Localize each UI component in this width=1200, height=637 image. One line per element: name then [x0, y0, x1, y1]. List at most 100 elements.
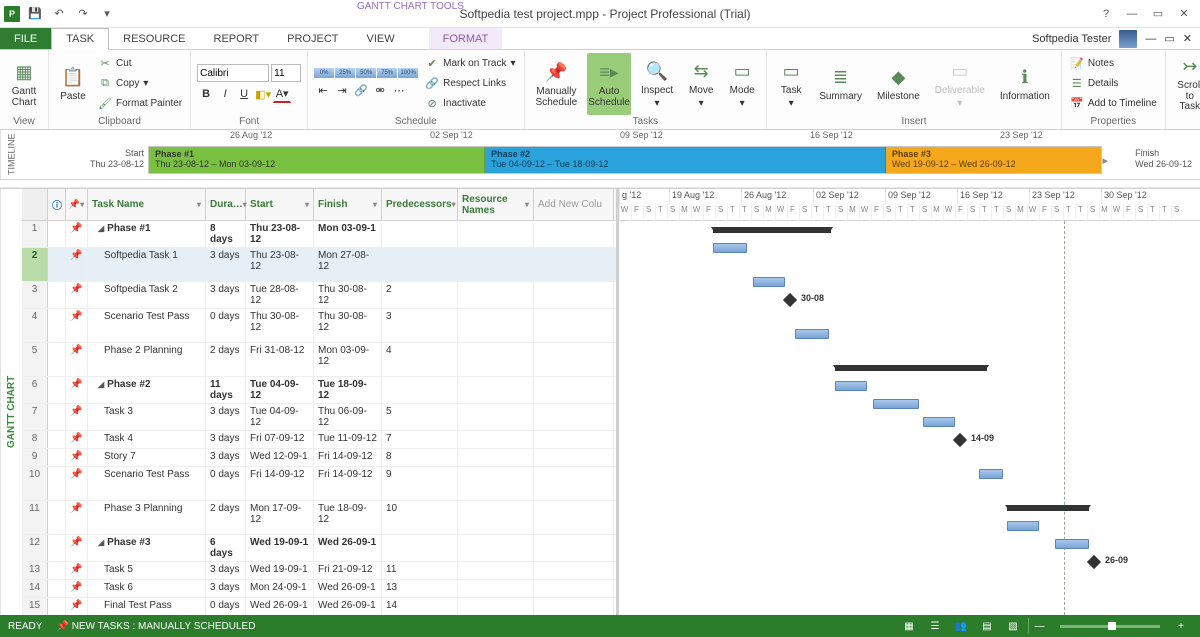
- table-row[interactable]: 2Softpedia Task 13 daysThu 23-08-12Mon 2…: [22, 248, 616, 282]
- gantt-milestone[interactable]: [953, 433, 967, 447]
- view-task-icon[interactable]: ☰: [924, 618, 946, 634]
- gantt-task-bar[interactable]: [835, 381, 867, 391]
- bold-button[interactable]: B: [197, 85, 215, 103]
- respect-links-button[interactable]: 🔗Respect Links: [423, 74, 517, 94]
- gantt-task-bar[interactable]: [923, 417, 955, 427]
- italic-button[interactable]: I: [216, 85, 234, 103]
- doc-close-icon[interactable]: ✕: [1183, 32, 1192, 45]
- maximize-icon[interactable]: ▭: [1146, 4, 1170, 24]
- outdent-button[interactable]: ⇤: [314, 81, 332, 99]
- col-addnew[interactable]: Add New Colu: [534, 189, 614, 220]
- tab-resource[interactable]: RESOURCE: [109, 28, 199, 49]
- table-row[interactable]: 8Task 43 daysFri 07-09-12Tue 11-09-127: [22, 431, 616, 449]
- view-team-icon[interactable]: 👥: [950, 618, 972, 634]
- milestone-button[interactable]: ◆Milestone: [872, 53, 925, 115]
- gantt-summary-bar[interactable]: [713, 227, 831, 233]
- gantt-task-bar[interactable]: [713, 243, 747, 253]
- col-duration[interactable]: Dura…▾: [206, 189, 246, 220]
- table-row[interactable]: 14Task 63 daysMon 24-09-1Wed 26-09-113: [22, 580, 616, 598]
- gantt-summary-bar[interactable]: [1007, 505, 1089, 511]
- task-button[interactable]: ▭Task▾: [773, 53, 809, 115]
- gantt-milestone[interactable]: [783, 293, 797, 307]
- qat-undo-icon[interactable]: ↶: [50, 5, 68, 23]
- information-button[interactable]: ℹInformation: [995, 53, 1055, 115]
- table-row[interactable]: 7Task 33 daysTue 04-09-12Thu 06-09-125: [22, 404, 616, 431]
- timeline-bars[interactable]: Phase #1Thu 23-08-12 – Mon 03-09-12 Phas…: [148, 146, 1102, 174]
- table-row[interactable]: 9Story 73 daysWed 12-09-1Fri 14-09-128: [22, 449, 616, 467]
- gantt-task-bar[interactable]: [1055, 539, 1089, 549]
- unlink-button[interactable]: ⚮: [371, 81, 389, 99]
- percent-complete-grid[interactable]: 0% 25% 50% 75% 100%: [314, 68, 418, 78]
- inspect-button[interactable]: 🔍Inspect▾: [636, 53, 678, 115]
- tab-view[interactable]: VIEW: [352, 28, 408, 49]
- link-button[interactable]: 🔗: [352, 81, 370, 99]
- gantt-body[interactable]: 30-0814-0926-09: [619, 221, 1200, 625]
- gantt-task-bar[interactable]: [1007, 521, 1039, 531]
- col-start[interactable]: Start▾: [246, 189, 314, 220]
- tab-file[interactable]: FILE: [0, 28, 51, 49]
- help-icon[interactable]: ?: [1094, 4, 1118, 24]
- fill-color-button[interactable]: ◧▾: [254, 85, 272, 103]
- table-row[interactable]: 1Phase #18 daysThu 23-08-12Mon 03-09-1: [22, 221, 616, 248]
- table-row[interactable]: 3Softpedia Task 23 daysTue 28-08-12Thu 3…: [22, 282, 616, 309]
- add-timeline-button[interactable]: 📅Add to Timeline: [1068, 94, 1159, 114]
- copy-button[interactable]: ⧉Copy ▾: [96, 74, 184, 94]
- minimize-icon[interactable]: —: [1120, 4, 1144, 24]
- qat-redo-icon[interactable]: ↷: [74, 5, 92, 23]
- user-name[interactable]: Softpedia Tester: [1032, 33, 1111, 45]
- cut-button[interactable]: ✂Cut: [96, 54, 184, 74]
- tab-format[interactable]: FORMAT: [429, 28, 503, 49]
- table-row[interactable]: 4Scenario Test Pass0 daysThu 30-08-12Thu…: [22, 309, 616, 343]
- avatar[interactable]: [1119, 30, 1137, 48]
- table-row[interactable]: 15Final Test Pass0 daysWed 26-09-1Wed 26…: [22, 598, 616, 616]
- col-taskname[interactable]: Task Name▾: [88, 189, 206, 220]
- gantt-task-bar[interactable]: [753, 277, 785, 287]
- close-icon[interactable]: ✕: [1172, 4, 1196, 24]
- timeline-phase-1[interactable]: Phase #1Thu 23-08-12 – Mon 03-09-12: [149, 147, 485, 173]
- paste-button[interactable]: 📋 Paste: [55, 53, 91, 115]
- zoom-out-icon[interactable]: —: [1028, 618, 1050, 634]
- table-row[interactable]: 13Task 53 daysWed 19-09-1Fri 21-09-1211: [22, 562, 616, 580]
- font-color-button[interactable]: A▾: [273, 85, 291, 103]
- view-resource-icon[interactable]: ▤: [976, 618, 998, 634]
- col-rownum[interactable]: [22, 189, 48, 220]
- table-row[interactable]: 5Phase 2 Planning2 daysFri 31-08-12Mon 0…: [22, 343, 616, 377]
- timeline-phase-3[interactable]: Phase #3Wed 19-09-12 – Wed 26-09-12: [886, 147, 1101, 173]
- gantt-task-bar[interactable]: [795, 329, 829, 339]
- view-report-icon[interactable]: ▧: [1002, 618, 1024, 634]
- col-indicators[interactable]: ⓘ: [48, 189, 66, 220]
- gantt-timescale[interactable]: g '1219 Aug '1226 Aug '1202 Sep '1209 Se…: [619, 189, 1200, 221]
- timeline-phase-2[interactable]: Phase #2Tue 04-09-12 – Tue 18-09-12: [485, 147, 886, 173]
- col-predecessors[interactable]: Predecessors▾: [382, 189, 458, 220]
- col-resources[interactable]: Resource Names▾: [458, 189, 534, 220]
- underline-button[interactable]: U: [235, 85, 253, 103]
- mark-on-track-button[interactable]: ✔Mark on Track ▾: [423, 54, 517, 74]
- gantt-milestone[interactable]: [1087, 555, 1101, 569]
- manually-schedule-button[interactable]: 📌Manually Schedule: [531, 53, 583, 115]
- inactivate-button[interactable]: ⊘Inactivate: [423, 94, 517, 114]
- gantt-task-bar[interactable]: [979, 469, 1003, 479]
- qat-customize-icon[interactable]: ▾: [98, 5, 116, 23]
- notes-button[interactable]: 📝Notes: [1068, 54, 1159, 74]
- summary-button[interactable]: ≣Summary: [814, 53, 867, 115]
- col-taskmode[interactable]: 📌▾: [66, 189, 88, 220]
- move-button[interactable]: ⇆Move▾: [683, 53, 719, 115]
- mode-button[interactable]: ▭Mode▾: [724, 53, 760, 115]
- split-button[interactable]: ⋯: [390, 81, 408, 99]
- table-row[interactable]: 11Phase 3 Planning2 daysMon 17-09-12Tue …: [22, 501, 616, 535]
- indent-button[interactable]: ⇥: [333, 81, 351, 99]
- format-painter-button[interactable]: 🖌Format Painter: [96, 94, 184, 114]
- doc-restore-icon[interactable]: ▭: [1164, 32, 1174, 45]
- view-gantt-icon[interactable]: ▦: [898, 618, 920, 634]
- zoom-in-icon[interactable]: +: [1170, 618, 1192, 634]
- qat-save-icon[interactable]: 💾: [26, 5, 44, 23]
- auto-schedule-button[interactable]: ≡▸Auto Schedule: [587, 53, 631, 115]
- table-row[interactable]: 10Scenario Test Pass0 daysFri 14-09-12Fr…: [22, 467, 616, 501]
- tab-report[interactable]: REPORT: [200, 28, 274, 49]
- grid-body[interactable]: 1Phase #18 daysThu 23-08-12Mon 03-09-12S…: [22, 221, 616, 625]
- gantt-chart-button[interactable]: ▦ Gantt Chart: [6, 53, 42, 115]
- table-row[interactable]: 6Phase #211 daysTue 04-09-12Tue 18-09-12: [22, 377, 616, 404]
- zoom-thumb[interactable]: [1108, 622, 1116, 630]
- col-finish[interactable]: Finish▾: [314, 189, 382, 220]
- font-size-input[interactable]: [271, 64, 301, 82]
